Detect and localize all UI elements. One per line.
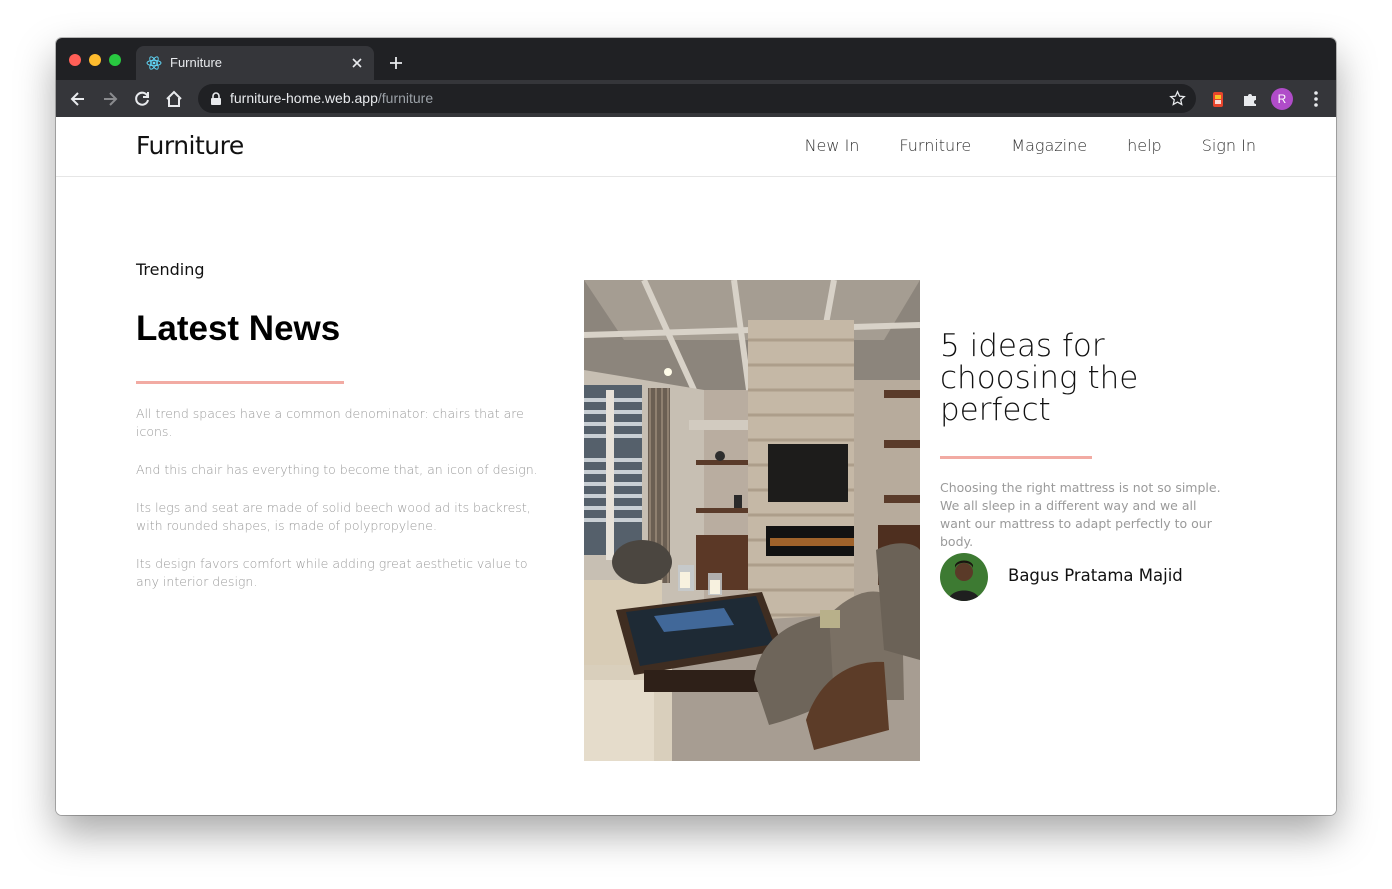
react-icon (146, 56, 162, 70)
browser-window: Furniture furniture-home.web.app/furnitu… (56, 38, 1336, 815)
section-body: All trend spaces have a common denominat… (136, 405, 544, 611)
browser-tab[interactable]: Furniture (136, 46, 374, 80)
nav-furniture[interactable]: Furniture (899, 136, 971, 155)
site-logo[interactable]: Furniture (136, 131, 244, 160)
section-eyebrow: Trending (136, 260, 205, 279)
reload-icon[interactable] (132, 89, 152, 109)
more-vert-icon[interactable] (1306, 89, 1326, 109)
browser-toolbar: furniture-home.web.app/furniture R (56, 80, 1336, 117)
article-title[interactable]: 5 ideas for choosing the perfect (940, 330, 1180, 426)
url-host: furniture-home.web.app (230, 90, 378, 106)
site-header: Furniture New In Furniture Magazine help… (56, 117, 1336, 177)
accent-divider (136, 381, 344, 384)
maximize-window-button[interactable] (109, 54, 121, 66)
nav-help[interactable]: help (1127, 136, 1162, 155)
accent-divider (940, 456, 1092, 459)
forward-icon[interactable] (100, 89, 120, 109)
section-heading: Latest News (136, 309, 341, 348)
url-text: furniture-home.web.app/furniture (230, 90, 433, 106)
body-paragraph: Its legs and seat are made of solid beec… (136, 500, 531, 533)
new-tab-icon[interactable] (388, 55, 404, 71)
article-excerpt: Choosing the right mattress is not so si… (940, 480, 1221, 549)
close-icon[interactable] (350, 56, 364, 70)
web-page: Furniture New In Furniture Magazine help… (56, 117, 1336, 815)
close-window-button[interactable] (69, 54, 81, 66)
tab-bar: Furniture (56, 38, 1336, 80)
living-room-photo (584, 280, 920, 761)
minimize-window-button[interactable] (89, 54, 101, 66)
home-icon[interactable] (164, 89, 184, 109)
address-bar[interactable]: furniture-home.web.app/furniture (198, 84, 1196, 113)
tab-title: Furniture (170, 55, 223, 70)
profile-avatar[interactable]: R (1271, 88, 1293, 110)
body-paragraph: And this chair has everything to become … (136, 462, 538, 477)
bookmark-star-icon[interactable] (1169, 90, 1186, 107)
extension-icon[interactable] (1208, 89, 1228, 109)
back-icon[interactable] (68, 89, 88, 109)
body-paragraph: Its design favors comfort while adding g… (136, 556, 528, 589)
lock-icon (211, 92, 221, 105)
author-name: Bagus Pratama Majid (1008, 566, 1183, 585)
author-avatar (940, 553, 988, 601)
main-nav: New In Furniture Magazine help Sign In (805, 136, 1256, 155)
nav-sign-in[interactable]: Sign In (1202, 136, 1256, 155)
nav-magazine[interactable]: Magazine (1011, 136, 1087, 155)
url-path: /furniture (377, 90, 434, 106)
body-paragraph: All trend spaces have a common denominat… (136, 406, 524, 439)
nav-new-in[interactable]: New In (805, 136, 860, 155)
puzzle-icon[interactable] (1240, 89, 1260, 109)
